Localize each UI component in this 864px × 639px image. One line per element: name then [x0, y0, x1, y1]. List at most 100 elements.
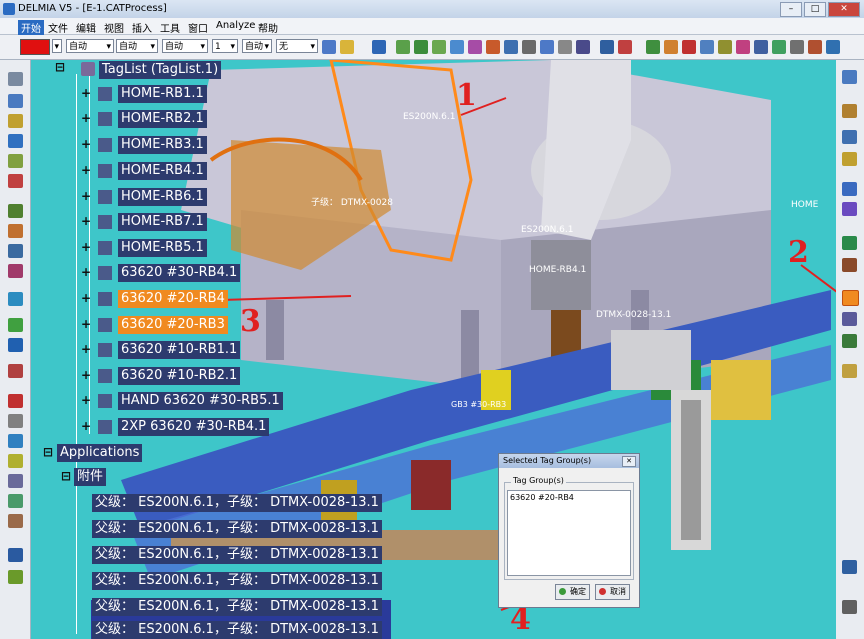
- linetype-select[interactable]: 自动: [66, 39, 114, 54]
- tool-icon-9[interactable]: [790, 40, 804, 54]
- tree-item-63620-20-rb4[interactable]: 63620 #20-RB4: [118, 290, 228, 308]
- constraint-icon[interactable]: [842, 202, 857, 216]
- menu-analyze[interactable]: Analyze: [216, 20, 255, 31]
- export-icon[interactable]: [8, 494, 23, 508]
- camera-icon[interactable]: [8, 548, 23, 562]
- tool-icon-8[interactable]: [772, 40, 786, 54]
- tree-sub-node[interactable]: 附件: [74, 468, 107, 486]
- teach-icon[interactable]: [8, 292, 23, 306]
- clash-icon[interactable]: [8, 394, 23, 408]
- tree-applications[interactable]: Applications: [57, 444, 143, 462]
- color-picker[interactable]: [20, 39, 50, 55]
- menu-help[interactable]: 帮助: [258, 20, 278, 35]
- document-icon[interactable]: [8, 474, 23, 488]
- tool-icon-7[interactable]: [754, 40, 768, 54]
- light-icon[interactable]: [8, 570, 23, 584]
- settings-icon[interactable]: [842, 600, 857, 614]
- tag-icon[interactable]: [8, 338, 23, 352]
- expand-icon[interactable]: +: [81, 189, 91, 203]
- path-icon[interactable]: [8, 318, 23, 332]
- robot-icon-3[interactable]: [8, 244, 23, 258]
- tag-list-icon[interactable]: [842, 312, 857, 326]
- maximize-button[interactable]: □: [804, 2, 826, 17]
- tool-icon-4[interactable]: [700, 40, 714, 54]
- tree-child[interactable]: 父级： ES200N.6.1，子级： DTMX-0028-13.1: [92, 494, 382, 512]
- expand-icon[interactable]: +: [81, 240, 91, 254]
- simulation-icon-6[interactable]: [486, 40, 500, 54]
- robot-icon-4[interactable]: [8, 264, 23, 278]
- simulation-icon-8[interactable]: [522, 40, 536, 54]
- tool-icon-2[interactable]: [664, 40, 678, 54]
- tree-root[interactable]: TagList (TagList.1): [99, 61, 222, 79]
- tree-item-home-rb6[interactable]: HOME-RB6.1: [118, 188, 207, 206]
- expand-icon[interactable]: +: [81, 137, 91, 151]
- tree-item-home-rb3[interactable]: HOME-RB3.1: [118, 136, 207, 154]
- tree-item-2xp-63620[interactable]: 2XP 63620 #30-RB4.1: [118, 418, 270, 436]
- view-icon[interactable]: [8, 154, 23, 168]
- expand-icon[interactable]: +: [81, 317, 91, 331]
- render-icon[interactable]: [8, 174, 23, 188]
- expand-icon[interactable]: +: [81, 291, 91, 305]
- tree-item-63620-10-rb2[interactable]: 63620 #10-RB2.1: [118, 367, 241, 385]
- expand-icon[interactable]: +: [81, 393, 91, 407]
- tree-item-home-rb5[interactable]: HOME-RB5.1: [118, 239, 207, 257]
- tool-icon-6[interactable]: [736, 40, 750, 54]
- tree-item-63620-30-rb4[interactable]: 63620 #30-RB4.1: [118, 264, 241, 282]
- device-icon[interactable]: [842, 236, 857, 250]
- menu-view[interactable]: 视图: [104, 20, 124, 35]
- tree-child[interactable]: 父级： ES200N.6.1，子级： DTMX-0028-13.1: [92, 546, 382, 564]
- tree-root-toggle[interactable]: ⊟: [55, 60, 65, 74]
- minimize-button[interactable]: –: [780, 2, 802, 17]
- tag-group-item[interactable]: 63620 #20-RB4: [510, 493, 574, 502]
- expand-icon[interactable]: +: [81, 368, 91, 382]
- style-select[interactable]: 自动: [242, 39, 272, 54]
- tree-child[interactable]: 父级： ES200N.6.1，子级： DTMX-0028-13.1: [92, 621, 382, 639]
- workbench-icon[interactable]: [842, 70, 857, 84]
- analysis-icon-1[interactable]: [600, 40, 614, 54]
- robot-icon-1[interactable]: [8, 204, 23, 218]
- import-icon[interactable]: [8, 514, 23, 528]
- rotate-icon[interactable]: [8, 134, 23, 148]
- filter-select[interactable]: 无: [276, 39, 318, 54]
- simulation-icon-9[interactable]: [540, 40, 554, 54]
- tree-item-home-rb4[interactable]: HOME-RB4.1: [118, 162, 207, 180]
- dialog-close-button[interactable]: ✕: [622, 456, 636, 467]
- pan-icon[interactable]: [8, 114, 23, 128]
- tag-group-icon[interactable]: [842, 290, 859, 306]
- tree-child[interactable]: 父级： ES200N.6.1，子级： DTMX-0028-13.1: [92, 520, 382, 538]
- tree-child[interactable]: 父级： ES200N.6.1，子级： DTMX-0028-13.1: [92, 572, 382, 590]
- expand-icon[interactable]: +: [81, 265, 91, 279]
- close-button[interactable]: ✕: [828, 2, 860, 17]
- tree-child[interactable]: 父级： ES200N.6.1，子级： DTMX-0028-13.1: [92, 598, 382, 616]
- zoom-icon[interactable]: [8, 72, 23, 86]
- simulation-icon-11[interactable]: [576, 40, 590, 54]
- tree-item-home-rb2[interactable]: HOME-RB2.1: [118, 110, 207, 128]
- tag-group-list[interactable]: 63620 #20-RB4: [507, 490, 631, 576]
- expand-icon[interactable]: +: [81, 86, 91, 100]
- simulation-icon-2[interactable]: [414, 40, 428, 54]
- simulation-icon-10[interactable]: [558, 40, 572, 54]
- fit-icon[interactable]: [8, 94, 23, 108]
- section-icon[interactable]: [8, 434, 23, 448]
- check-icon[interactable]: [8, 364, 23, 378]
- tree-item-home-rb7[interactable]: HOME-RB7.1: [118, 213, 207, 231]
- measure-icon[interactable]: [8, 414, 23, 428]
- tool-icon-5[interactable]: [718, 40, 732, 54]
- layer-select[interactable]: 自动: [162, 39, 208, 54]
- simulation-icon-5[interactable]: [468, 40, 482, 54]
- expand-icon[interactable]: +: [81, 214, 91, 228]
- ok-button[interactable]: 确定: [555, 584, 590, 600]
- cancel-button[interactable]: 取消: [595, 584, 630, 600]
- tree-item-63620-10-rb1[interactable]: 63620 #10-RB1.1: [118, 341, 241, 359]
- simulation-icon-7[interactable]: [504, 40, 518, 54]
- expand-icon[interactable]: +: [81, 111, 91, 125]
- catalog-icon[interactable]: [842, 104, 857, 118]
- analysis-icon-2[interactable]: [618, 40, 632, 54]
- menu-file[interactable]: 文件: [48, 20, 68, 35]
- simulation-icon-1[interactable]: [396, 40, 410, 54]
- tree-item-hand-63620[interactable]: HAND 63620 #30-RB5.1: [118, 392, 283, 410]
- globe-icon[interactable]: [372, 40, 386, 54]
- applications-toggle[interactable]: ⊟: [43, 445, 53, 459]
- tool-icon-1[interactable]: [646, 40, 660, 54]
- expand-icon[interactable]: +: [81, 419, 91, 433]
